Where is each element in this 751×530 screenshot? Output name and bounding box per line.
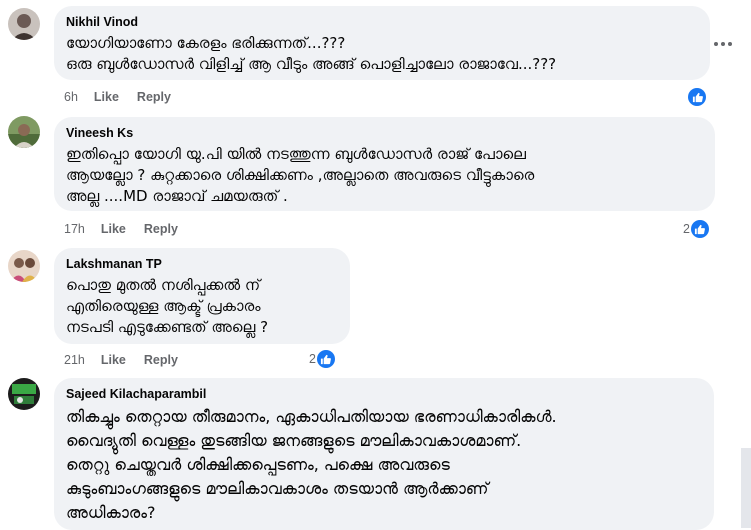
reaction-count: 2 — [683, 222, 690, 236]
reply-button[interactable]: Reply — [137, 90, 171, 104]
reaction-summary[interactable]: 2 — [683, 219, 709, 239]
reaction-count: 2 — [309, 352, 316, 366]
comment-text: യോഗിയാണോ കേരളം ഭരിക്കുന്നത്...??? ഒരു ബു… — [66, 34, 557, 73]
reply-button[interactable]: Reply — [144, 353, 178, 367]
like-button[interactable]: Like — [94, 90, 119, 104]
comment-author[interactable]: Vineesh Ks — [66, 125, 703, 141]
comment-actions: 6h Like Reply — [64, 90, 189, 104]
avatar[interactable] — [8, 8, 40, 40]
comment-author[interactable]: Nikhil Vinod — [66, 14, 698, 30]
more-options-icon[interactable] — [709, 30, 737, 58]
comment-time[interactable]: 6h — [64, 90, 78, 104]
reply-button[interactable]: Reply — [144, 222, 178, 236]
comment-time[interactable]: 21h — [64, 353, 85, 367]
comment-text: പൊതു മുതൽ നശിപ്പക്കൽ ന് എതിരെയുള്ള ആക്ട്… — [66, 276, 269, 336]
reaction-summary[interactable]: 2 — [309, 349, 335, 369]
comment-bubble: Lakshmanan TP പൊതു മുതൽ നശിപ്പക്കൽ ന് എത… — [54, 248, 350, 344]
comment-author[interactable]: Lakshmanan TP — [66, 256, 338, 272]
comment-bubble: Nikhil Vinod യോഗിയാണോ കേരളം ഭരിക്കുന്നത്… — [54, 6, 710, 80]
comment-actions: 21h Like Reply — [64, 353, 196, 367]
comment-bubble: Sajeed Kilachaparambil തികച്ചും തെറ്റായ … — [54, 378, 714, 530]
like-button[interactable]: Like — [101, 353, 126, 367]
avatar[interactable] — [8, 378, 40, 410]
comment-text: ഇതിപ്പൊ യോഗി യു.പി യിൽ നടത്തുന്ന ബുൾഡോസർ… — [66, 145, 535, 205]
comment-actions: 17h Like Reply — [64, 222, 196, 236]
like-button[interactable]: Like — [101, 222, 126, 236]
comment-bubble: Vineesh Ks ഇതിപ്പൊ യോഗി യു.പി യിൽ നടത്തു… — [54, 117, 715, 211]
reaction-summary[interactable] — [688, 87, 706, 107]
thumbs-up-icon — [316, 350, 335, 368]
comment-text: തികച്ചും തെറ്റായ തീരുമാനം, ഏകാധിപതിയായ ഭ… — [66, 407, 557, 522]
scroll-edge — [741, 448, 751, 528]
avatar[interactable] — [8, 250, 40, 282]
thumbs-up-icon — [688, 88, 706, 106]
comment-author[interactable]: Sajeed Kilachaparambil — [66, 386, 702, 402]
avatar[interactable] — [8, 116, 40, 148]
thumbs-up-icon — [690, 220, 709, 238]
comment-time[interactable]: 17h — [64, 222, 85, 236]
